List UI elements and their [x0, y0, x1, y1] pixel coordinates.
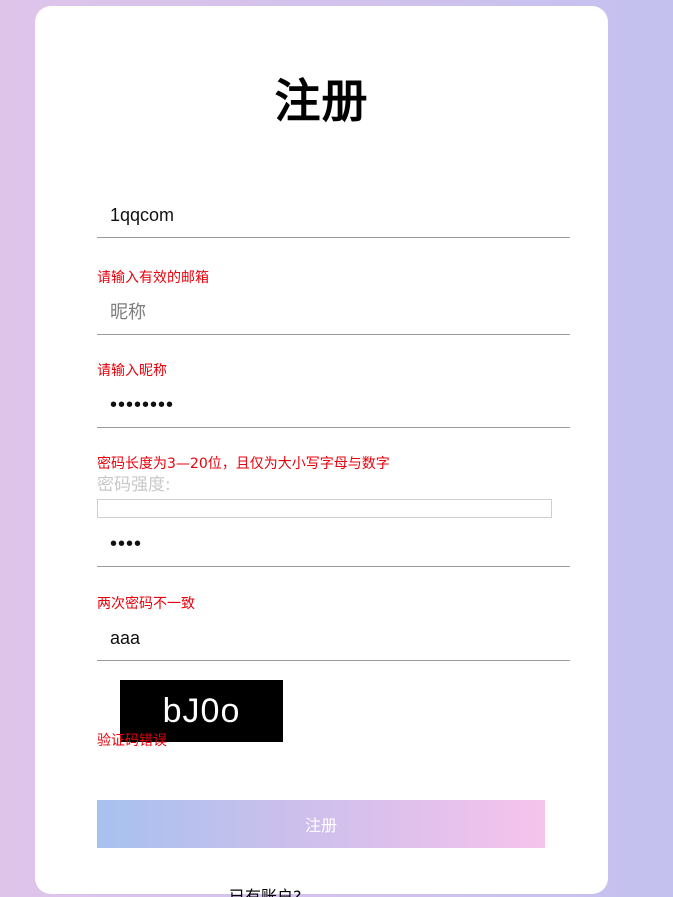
password-error: 密码长度为3—20位，且仅为大小写字母与数字	[97, 456, 390, 472]
captcha-error: 验证码错误	[97, 733, 167, 749]
confirm-password-error: 两次密码不一致	[97, 596, 195, 612]
nickname-field[interactable]	[97, 291, 570, 335]
register-button[interactable]: 注册	[97, 800, 545, 848]
email-field[interactable]	[97, 194, 570, 238]
login-link[interactable]: 已有账户?	[229, 889, 302, 897]
register-card: 注册 请输入有效的邮箱 请输入昵称 密码长度为3—20位，且仅为大小写字母与数字…	[35, 6, 608, 894]
password-strength-label: 密码强度:	[97, 475, 171, 495]
page-title: 注册	[274, 74, 369, 128]
email-error: 请输入有效的邮箱	[97, 270, 209, 286]
password-strength-bar	[97, 499, 552, 518]
confirm-password-field[interactable]	[97, 523, 570, 567]
password-field[interactable]	[97, 384, 570, 428]
nickname-error: 请输入昵称	[97, 363, 167, 379]
captcha-field[interactable]	[97, 617, 570, 661]
